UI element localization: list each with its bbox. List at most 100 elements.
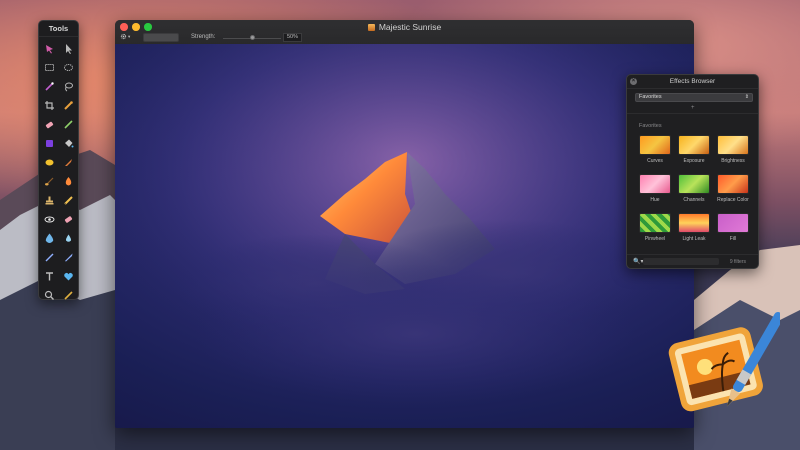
tool-button[interactable] (40, 115, 59, 134)
effect-label: Channels (683, 197, 705, 203)
tool-button[interactable] (59, 58, 78, 77)
paint-bucket-icon (64, 139, 73, 148)
tool-button[interactable] (40, 286, 59, 305)
tool-button[interactable] (59, 115, 78, 134)
feather-pen-icon (64, 253, 72, 262)
eyedropper-icon (63, 101, 73, 110)
effects-footer: 🔍▾ 9 filters (627, 254, 758, 268)
search-icon[interactable]: 🔍▾ (633, 258, 643, 265)
filter-count: 9 filters (729, 259, 746, 265)
document-icon (367, 24, 375, 31)
tool-button[interactable] (40, 134, 59, 153)
eye-icon (44, 216, 54, 223)
tool-button[interactable] (40, 229, 59, 248)
ellipse-select-icon (63, 64, 73, 71)
crop-icon (44, 101, 54, 110)
effect-label: Replace Color (717, 197, 749, 203)
gear-menu-button[interactable]: ▾ (120, 33, 130, 40)
tool-button[interactable] (40, 77, 59, 96)
effect-tile[interactable]: Brightness (715, 135, 751, 164)
effect-tile[interactable]: Pinwheel (637, 213, 673, 242)
effect-thumbnail (639, 213, 671, 233)
effect-tile[interactable]: Hue (637, 174, 673, 203)
tool-button[interactable] (59, 77, 78, 96)
effect-tile[interactable]: Fill (715, 213, 751, 242)
zoom-icon (44, 290, 54, 300)
effects-browser-header: × Effects Browser (627, 75, 758, 89)
effect-thumbnail (678, 174, 710, 194)
color-well[interactable] (143, 33, 179, 42)
divider (627, 113, 758, 114)
tool-button[interactable] (59, 248, 78, 267)
tools-palette: Tools (38, 20, 79, 300)
tool-button[interactable] (59, 229, 78, 248)
tool-button[interactable] (59, 153, 78, 172)
tool-button[interactable] (40, 96, 59, 115)
tool-button[interactable] (59, 267, 78, 286)
effect-thumbnail (639, 135, 671, 155)
strength-value-field[interactable]: 50% (283, 33, 302, 42)
category-select[interactable]: Favorites ⇕ (635, 93, 753, 102)
add-favorite-button[interactable]: + (691, 105, 695, 111)
color-square-icon (45, 140, 53, 147)
tool-button[interactable] (59, 172, 78, 191)
tool-button[interactable] (59, 286, 78, 305)
tool-button[interactable] (59, 39, 78, 58)
tool-button[interactable] (40, 210, 59, 229)
strength-slider-knob[interactable] (249, 35, 255, 40)
effect-tile[interactable]: Curves (637, 135, 673, 164)
lasso-icon (64, 82, 73, 92)
search-input[interactable] (643, 258, 719, 265)
mountain-image (115, 44, 694, 428)
effect-label: Brightness (721, 158, 745, 164)
tool-button[interactable] (40, 172, 59, 191)
image-canvas[interactable] (115, 44, 694, 428)
gear-icon (120, 33, 127, 40)
effect-label: Fill (729, 236, 737, 242)
effect-thumbnail (717, 213, 749, 233)
chevron-down-icon: ▾ (128, 33, 131, 39)
effect-tile[interactable]: Exposure (676, 135, 712, 164)
tool-grid (39, 37, 78, 307)
tool-button[interactable] (59, 134, 78, 153)
effect-tile[interactable]: Replace Color (715, 174, 751, 203)
effect-label: Hue (650, 197, 660, 203)
tool-button[interactable] (40, 58, 59, 77)
tools-title: Tools (39, 21, 78, 37)
effect-thumbnail (717, 135, 749, 155)
blur-icon (65, 234, 71, 242)
effect-tile[interactable]: Channels (676, 174, 712, 203)
effects-browser-title: Effects Browser (669, 78, 716, 85)
text-icon (45, 272, 53, 281)
line-icon (45, 253, 53, 262)
effect-label: Light Leak (682, 236, 706, 242)
stamp-icon (45, 196, 53, 205)
tool-button[interactable] (59, 96, 78, 115)
tool-button[interactable] (40, 39, 59, 58)
effect-thumbnail (717, 174, 749, 194)
tool-button[interactable] (40, 267, 59, 286)
document-window: Majestic Sunrise ▾ Strength: 50% (115, 20, 694, 428)
section-title: Favorites (639, 123, 662, 129)
effect-label: Pinwheel (644, 236, 666, 242)
eraser-icon (45, 121, 53, 129)
smudge-icon (64, 159, 72, 166)
effect-label: Curves (647, 158, 663, 164)
tool-button[interactable] (40, 248, 59, 267)
effect-thumbnail (678, 135, 710, 155)
category-select-value: Favorites (639, 94, 662, 100)
close-icon[interactable]: × (630, 78, 637, 85)
tool-button[interactable] (40, 153, 59, 172)
magic-wand-icon (44, 82, 54, 91)
title-bar: Majestic Sunrise ▾ Strength: 50% (115, 20, 694, 44)
effect-tile[interactable]: Light Leak (676, 213, 712, 242)
tool-button[interactable] (59, 191, 78, 210)
sponge-icon (45, 159, 53, 166)
heart-shape-icon (63, 272, 73, 281)
tool-button[interactable] (59, 210, 78, 229)
ruler-icon (63, 291, 73, 300)
effect-thumbnail (639, 174, 671, 194)
effect-label: Exposure (683, 158, 705, 164)
effects-browser-panel: × Effects Browser Favorites ⇕ + Favorite… (626, 74, 759, 269)
tool-button[interactable] (40, 191, 59, 210)
